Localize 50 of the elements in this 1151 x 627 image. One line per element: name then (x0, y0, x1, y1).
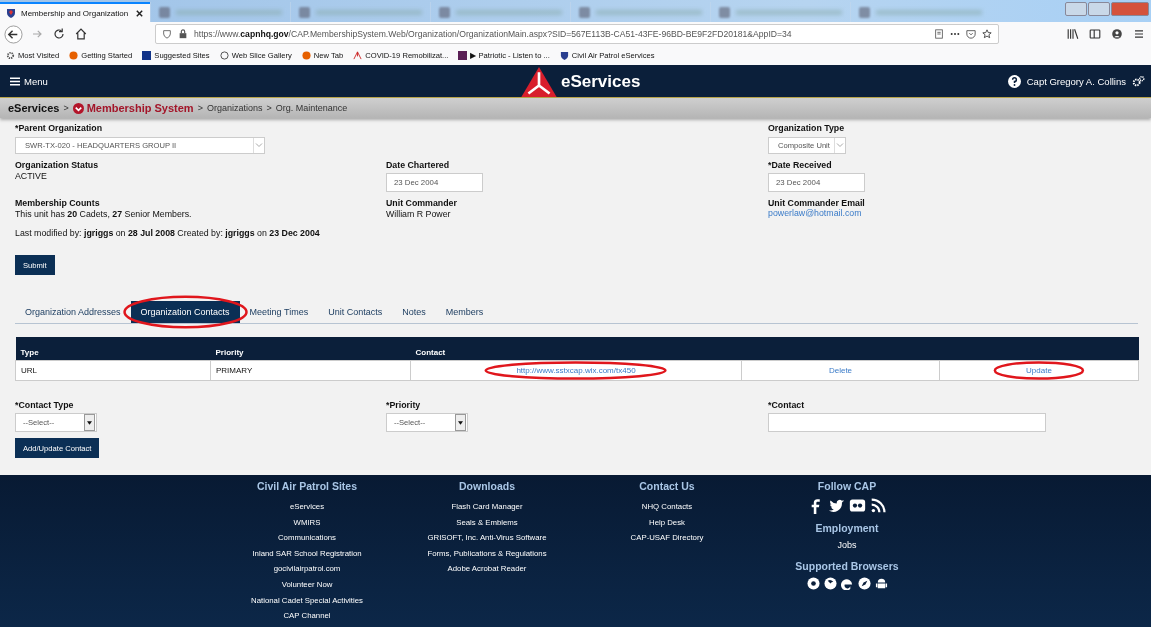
table-cell: PRIMARY (210, 360, 411, 381)
column-header: Contact (410, 338, 742, 361)
menu-button[interactable]: Menu (10, 75, 48, 87)
field-label: *Priority (386, 400, 422, 410)
update-link[interactable]: Update (1026, 366, 1052, 375)
site-title: eServices (561, 72, 641, 92)
column-header: Type (15, 338, 211, 361)
field-value: ACTIVE (15, 171, 48, 181)
breadcrumb-separator: > (63, 103, 69, 113)
delete-link[interactable]: Delete (828, 366, 853, 375)
column-header: Priority (210, 338, 411, 361)
field-label: *Contact (768, 400, 806, 410)
breadcrumb-link[interactable]: Membership System (72, 102, 194, 114)
tab[interactable]: Members (435, 301, 494, 323)
tab-title: Membership and Organization (21, 8, 129, 18)
footer-heading: Employment (815, 522, 879, 534)
field-label: Unit Commander Email (768, 198, 866, 208)
field-value: William R Power (386, 209, 452, 219)
address-bar[interactable]: https://www.capnhq.gov/CAP.MembershipSystem.Web/Organization/OrganizationMain.aspx?SID=567E113B-CA51-43FE-96BD-BE9F2FD20181&AppID=34 (155, 24, 999, 44)
tab[interactable]: Unit Contacts (318, 301, 393, 323)
tab[interactable]: Organization Contacts (130, 301, 240, 323)
field-label: Organization Status (15, 160, 100, 170)
field-label: Unit Commander (386, 198, 458, 208)
tab[interactable]: Notes (392, 301, 436, 323)
browser-tab[interactable]: Membership and Organization (0, 2, 150, 22)
tab[interactable]: Organization Addresses (15, 301, 131, 323)
field-label: Membership Counts (15, 198, 101, 208)
field-label: *Date Received (768, 160, 833, 170)
footer-heading: Supported Browsers (795, 559, 899, 572)
breadcrumb-link[interactable]: Org. Maintenance (275, 103, 348, 113)
table-cell: URL (15, 360, 211, 381)
modified-info: Last modified by: jgriggs on 28 Jul 2008 Created by: jgriggs on 23 Dec 2004 (15, 228, 320, 238)
field-value: This unit has 20 Cadets, 27 Senior Members. (15, 209, 193, 219)
field-label: *Contact Type (15, 400, 75, 410)
footer-link[interactable]: Jobs (837, 538, 857, 554)
breadcrumb-link[interactable]: eServices (8, 102, 60, 114)
email-link[interactable]: powerlaw@hotmail.com (768, 208, 862, 218)
footer-heading: Follow CAP (817, 480, 877, 492)
breadcrumb-separator: > (197, 103, 203, 113)
field-label: Date Chartered (386, 160, 451, 170)
footer-heading: Contact Us (639, 480, 695, 492)
field-label: Organization Type (768, 123, 846, 133)
breadcrumb-separator: > (266, 103, 272, 113)
user-name[interactable]: Capt Gregory A. Collins (1026, 75, 1126, 87)
footer-heading: Civil Air Patrol Sites (257, 480, 357, 492)
url-text: https://www.capnhq.gov/CAP.MembershipSystem.Web/Organization/OrganizationMain.aspx?SID=567E113B-CA51-43FE-96BD-BE9F2FD20181&AppID=34 (194, 29, 792, 39)
footer-heading: Downloads (459, 480, 515, 492)
tab[interactable]: Meeting Times (239, 301, 319, 323)
breadcrumb-link[interactable]: Organizations (206, 103, 263, 113)
field-label: *Parent Organization (15, 123, 103, 133)
